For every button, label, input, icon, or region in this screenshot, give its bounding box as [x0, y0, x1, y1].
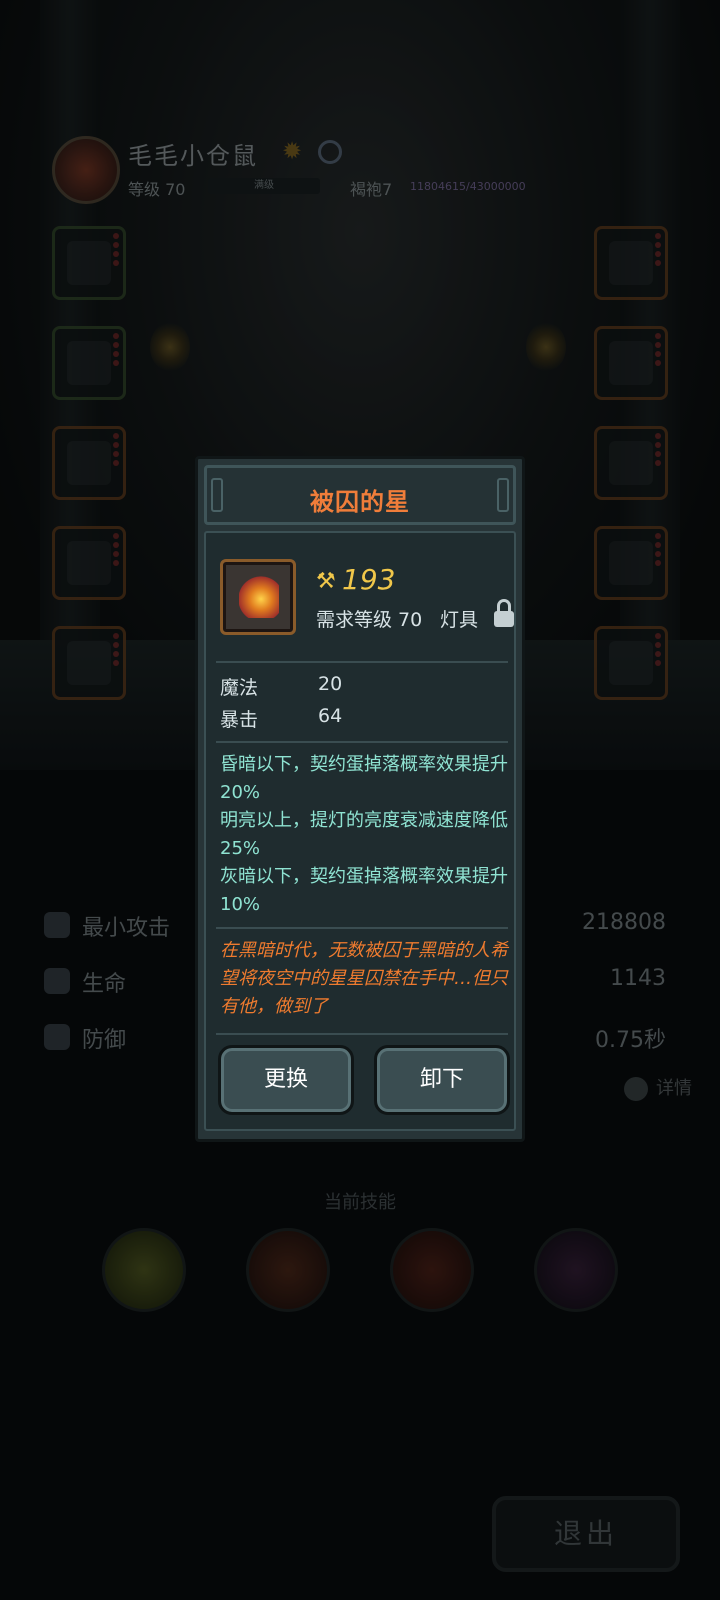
attribute-value: 64 [318, 705, 343, 727]
divider [216, 1033, 508, 1035]
attribute-value: 20 [318, 673, 343, 695]
star-gem-icon [239, 576, 279, 618]
item-title: 被囚的星 [310, 488, 410, 516]
effect-line: 明亮以上，提灯的亮度衰减速度降低25% [220, 810, 508, 859]
attribute-row-crit: 暴击 64 [220, 705, 342, 732]
header-ornament-right [497, 478, 509, 512]
attribute-name: 暴击 [220, 709, 259, 731]
divider [216, 741, 508, 743]
dialog-body: ⚒ 193 需求等级 70 灯具 魔法 20 暴击 64 昏暗以下，契约蛋掉落概… [204, 531, 516, 1131]
divider [216, 927, 508, 929]
item-effects: 昏暗以下，契约蛋掉落概率效果提升20% 明亮以上，提灯的亮度衰减速度降低25% … [220, 751, 510, 919]
effect-line: 昏暗以下，契约蛋掉落概率效果提升20% [220, 754, 508, 803]
replace-button[interactable]: 更换 [218, 1045, 354, 1115]
attribute-name: 魔法 [220, 677, 259, 699]
power-icon: ⚒ [316, 569, 336, 594]
divider [216, 661, 508, 663]
item-power: 193 [342, 563, 396, 596]
lock-icon[interactable] [493, 599, 515, 627]
unequip-button[interactable]: 卸下 [374, 1045, 510, 1115]
required-level: 需求等级 70 [316, 609, 423, 631]
item-type: 灯具 [440, 609, 479, 631]
item-detail-dialog: 被囚的星 ⚒ 193 需求等级 70 灯具 魔法 20 暴击 64 昏暗以下，契… [195, 456, 525, 1142]
item-flavor-text: 在黑暗时代，无数被囚于黑暗的人希望将夜空中的星星囚禁在手中…但只有他，做到了 [220, 940, 508, 1017]
dialog-header: 被囚的星 [204, 465, 516, 525]
attribute-row-magic: 魔法 20 [220, 673, 342, 700]
effect-line: 灰暗以下，契约蛋掉落概率效果提升10% [220, 866, 508, 915]
item-icon [220, 559, 296, 635]
